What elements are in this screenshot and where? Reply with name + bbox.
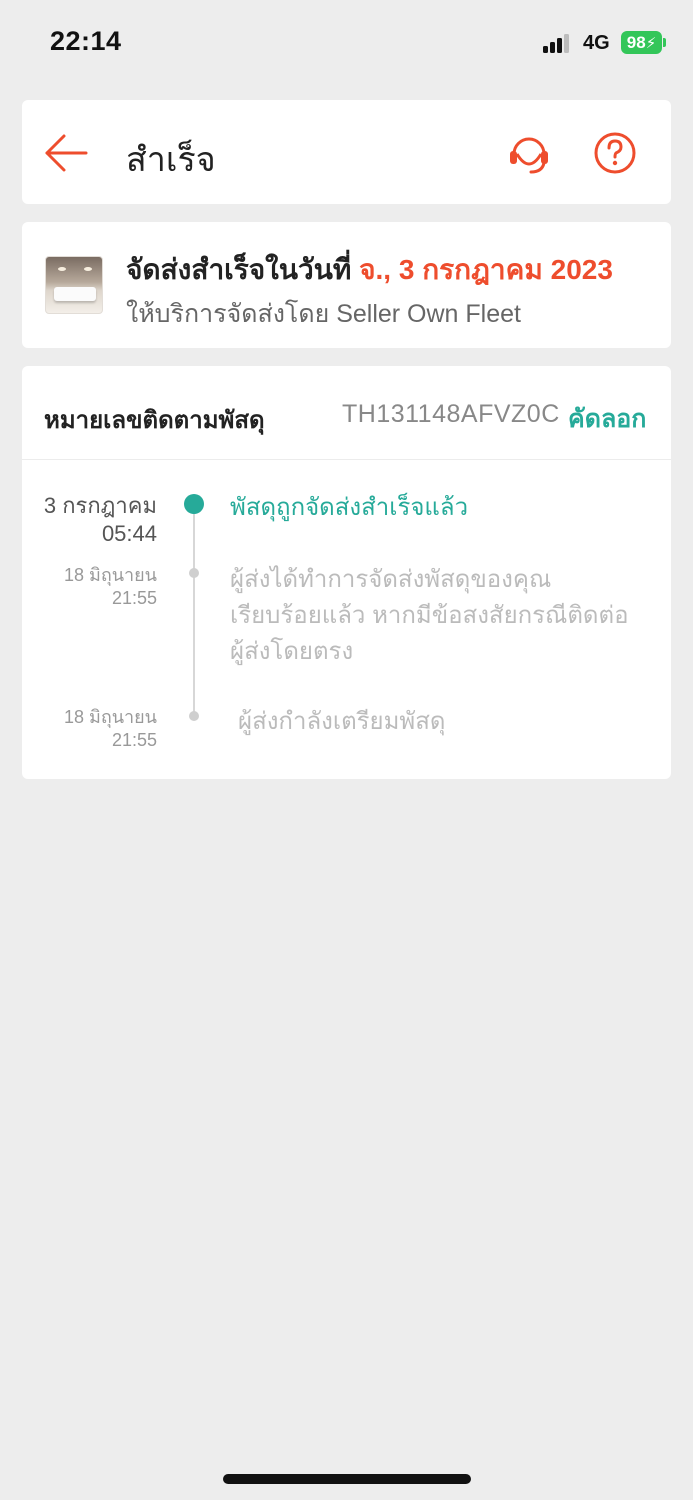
- event-day: 18 มิถุนายน: [63, 565, 157, 585]
- event-text-line: เรียบร้อยแล้ว หากมีข้อสงสัยกรณีติดต่อ: [230, 602, 629, 629]
- help-circle-icon: [594, 132, 636, 174]
- status-time: 22:14: [50, 26, 122, 56]
- delivery-date: จ., 3 กรกฎาคม 2023: [359, 254, 613, 285]
- battery-level: 98: [626, 32, 646, 52]
- battery-cap: [663, 38, 666, 47]
- event-time: 05:44: [101, 520, 157, 546]
- event-date: 18 มิถุนายน 21:55: [22, 706, 157, 751]
- timeline-dot-active: [184, 494, 204, 514]
- event-time: 21:55: [111, 729, 157, 750]
- tracking-label: หมายเลขติดตามพัสดุ: [44, 407, 265, 434]
- event-text: ผู้ส่งกำลังเตรียมพัสดุ: [238, 708, 446, 735]
- event-date: 18 มิถุนายน 21:55: [22, 564, 157, 609]
- back-button[interactable]: [44, 130, 90, 176]
- delivery-status: จัดส่งสำเร็จในวันที่ จ., 3 กรกฎาคม 2023: [126, 248, 613, 292]
- delivery-provider: ให้บริการจัดส่งโดย Seller Own Fleet: [126, 300, 521, 328]
- headset-icon: [510, 137, 548, 174]
- tracking-number: TH131148AFVZ0C: [342, 400, 560, 428]
- tracking-header: หมายเลขติดตามพัสดุ TH131148AFVZ0C คัดลอก: [22, 366, 671, 460]
- back-arrow-icon: [45, 134, 88, 172]
- home-indicator[interactable]: [223, 1474, 471, 1484]
- event-text: พัสดุถูกจัดส่งสำเร็จแล้ว: [230, 494, 469, 521]
- event-text-line: ผู้ส่งโดยตรง: [230, 638, 354, 665]
- delivery-status-prefix: จัดส่งสำเร็จในวันที่: [126, 254, 360, 285]
- timeline-line: [193, 506, 195, 716]
- delivery-summary-card: จัดส่งสำเร็จในวันที่ จ., 3 กรกฎาคม 2023 …: [22, 222, 671, 348]
- customer-support-button[interactable]: [506, 130, 552, 176]
- timeline-dot: [189, 711, 199, 721]
- tracking-card: หมายเลขติดตามพัสดุ TH131148AFVZ0C คัดลอก…: [22, 366, 671, 779]
- event-date: 3 กรกฎาคม 05:44: [22, 492, 157, 547]
- event-time: 21:55: [111, 587, 157, 608]
- network-type: 4G: [583, 32, 610, 54]
- battery-icon: 98 ⚡: [621, 31, 662, 54]
- signal-icon: [543, 33, 575, 53]
- status-bar: 22:14 4G 98 ⚡: [0, 0, 693, 90]
- charging-icon: ⚡: [645, 34, 657, 52]
- event-text: ผู้ส่งได้ทำการจัดส่งพัสดุของคุณ เรียบร้อ…: [230, 562, 655, 670]
- event-text-line: ผู้ส่งได้ทำการจัดส่งพัสดุของคุณ: [230, 566, 552, 593]
- header-bar: สำเร็จ: [22, 100, 671, 204]
- product-thumbnail: [45, 256, 103, 314]
- page-title: สำเร็จ: [126, 141, 216, 179]
- timeline-dot: [189, 568, 199, 578]
- copy-button[interactable]: คัดลอก: [568, 399, 646, 439]
- help-button[interactable]: [592, 130, 638, 176]
- event-day: 18 มิถุนายน: [63, 707, 157, 727]
- event-day: 3 กรกฎาคม: [43, 493, 157, 518]
